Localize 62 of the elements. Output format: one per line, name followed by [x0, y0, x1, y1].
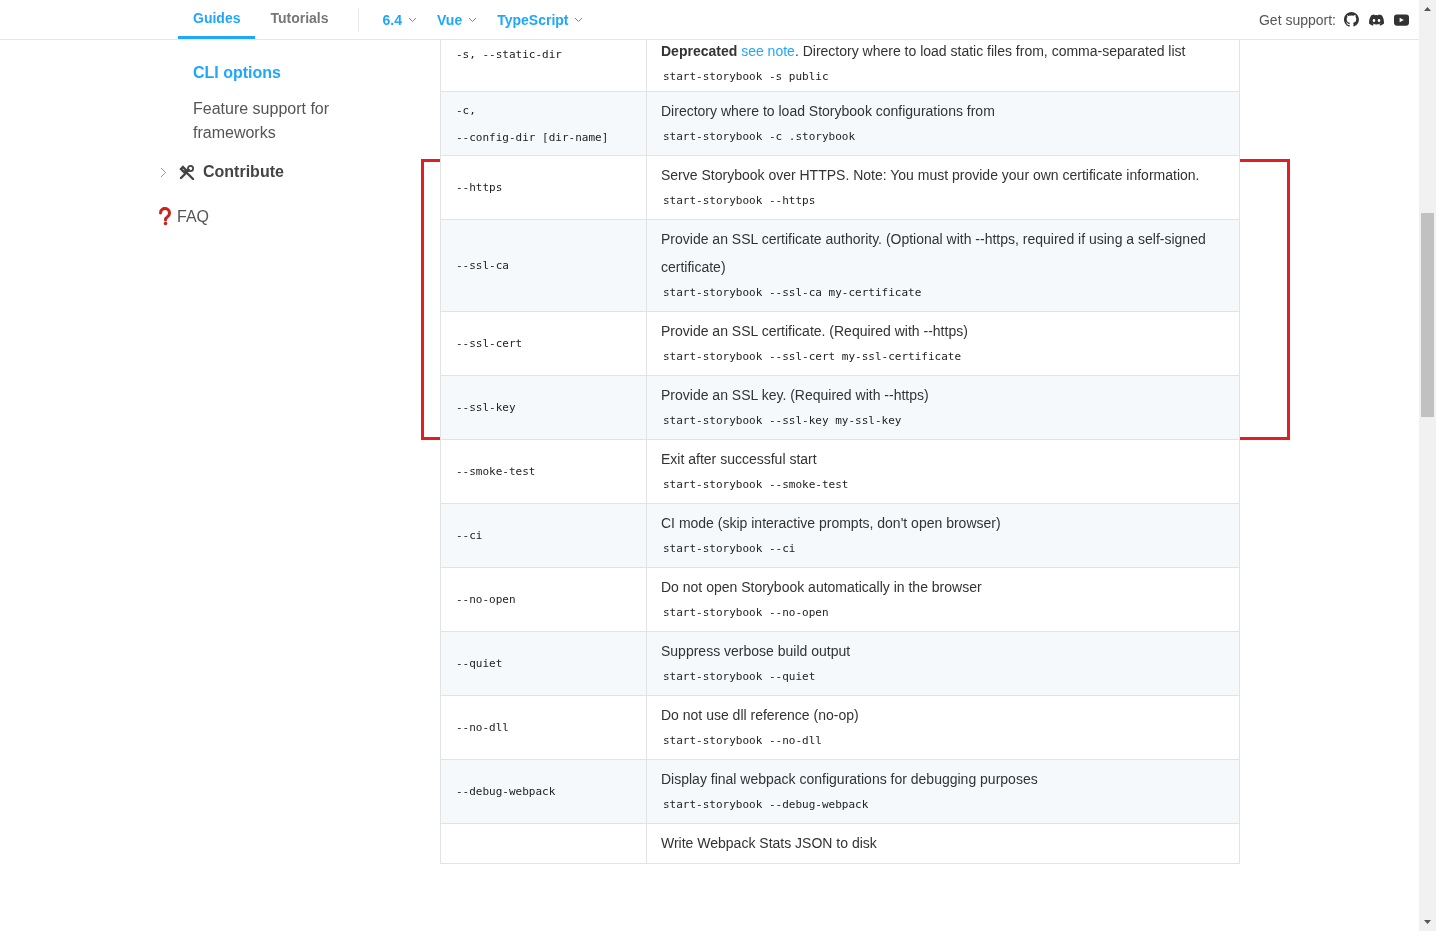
example-command: start-storybook --no-open [662, 606, 830, 619]
option-name: --ci [456, 529, 484, 542]
scroll-down-icon[interactable] [1424, 920, 1431, 925]
example-command: start-storybook --smoke-test [662, 478, 850, 491]
option-description: Provide an SSL certificate authority. (Optional with --https, required if using a self-signed certificate) [661, 230, 1207, 277]
option-name: --no-dll [456, 721, 510, 734]
option-description: CI mode (skip interactive prompts, don't open browser) [661, 514, 1002, 533]
chevron-right-icon[interactable] [160, 166, 167, 178]
example-command: start-storybook --ssl-ca my-certificate [662, 286, 923, 299]
dropdown-button[interactable]: TypeScript [487, 11, 594, 28]
option-description: Display final webpack configurations for debugging purposes [661, 770, 1039, 789]
example-command: start-storybook --ssl-key my-ssl-key [662, 414, 903, 427]
option-name: -s, --static-dir [456, 48, 563, 61]
scrollbar[interactable] [1419, 0, 1436, 931]
example-command: start-storybook -s public [662, 70, 830, 83]
support-label: Get support: [1258, 11, 1336, 28]
option-description: Exit after successful start [661, 450, 818, 469]
option-name: --debug-webpack [456, 785, 557, 798]
scroll-up-icon[interactable] [1424, 6, 1431, 11]
chevron-down-icon [468, 16, 478, 23]
option-description: Serve Storybook over HTTPS. Note: You must provide your own certificate information. [661, 166, 1201, 185]
example-command: start-storybook --ci [662, 542, 797, 555]
example-command: start-storybook --https [662, 194, 817, 207]
option-name: --quiet [456, 657, 504, 670]
dropdown-button[interactable]: 6.4 [372, 11, 427, 28]
sidebar-link[interactable]: CLI options [193, 61, 343, 85]
scrollbar-thumb[interactable] [1421, 213, 1434, 417]
option-name: --ssl-ca [456, 259, 510, 272]
option-name: --ssl-cert [456, 337, 524, 350]
option-name: --ssl-key [456, 401, 517, 414]
option-name: -c, [456, 103, 477, 117]
sidebar-section-link[interactable]: FAQ [177, 207, 209, 226]
tools-icon [179, 164, 195, 180]
sidebar-link[interactable]: Feature support for frameworks [193, 97, 343, 145]
option-description: Directory where to load Storybook configurations from [661, 102, 996, 121]
see-note-link[interactable]: see note [741, 43, 795, 59]
dropdown-button[interactable]: Vue [427, 11, 488, 28]
example-command: start-storybook --ssl-cert my-ssl-certificate [662, 350, 962, 363]
discord-icon[interactable] [1369, 13, 1384, 26]
option-description: Do not use dll reference (no-op) [661, 706, 860, 725]
chevron-down-icon [408, 16, 417, 23]
example-command: start-storybook --debug-webpack [662, 798, 870, 811]
example-command: start-storybook --quiet [662, 670, 817, 683]
option-description: Write Webpack Stats JSON to disk [661, 834, 878, 853]
youtube-icon[interactable] [1394, 13, 1409, 26]
option-description: Provide an SSL key. (Required with --https) [661, 386, 930, 405]
option-name: --https [456, 181, 504, 194]
option-name: --smoke-test [456, 465, 537, 478]
option-description: Do not open Storybook automatically in the browser [661, 578, 983, 597]
example-command: start-storybook --no-dll [662, 734, 823, 747]
nav-tab[interactable]: Guides [178, 0, 256, 39]
chevron-down-icon [574, 16, 584, 23]
option-description: Provide an SSL certificate. (Required with --https) [661, 322, 969, 341]
option-description: Suppress verbose build output [661, 642, 852, 661]
option-description: Deprecated see note. Directory where to load static files from, comma-separated list [661, 42, 1187, 61]
nav-tab[interactable]: Tutorials [255, 0, 344, 39]
question-mark-icon [159, 207, 171, 226]
option-name: --no-open [456, 593, 517, 606]
github-icon[interactable] [1344, 12, 1359, 27]
option-name: --config-dir [dir-name] [456, 130, 610, 144]
sidebar-section-link[interactable]: Contribute [203, 163, 284, 181]
example-command: start-storybook -c .storybook [662, 130, 857, 143]
